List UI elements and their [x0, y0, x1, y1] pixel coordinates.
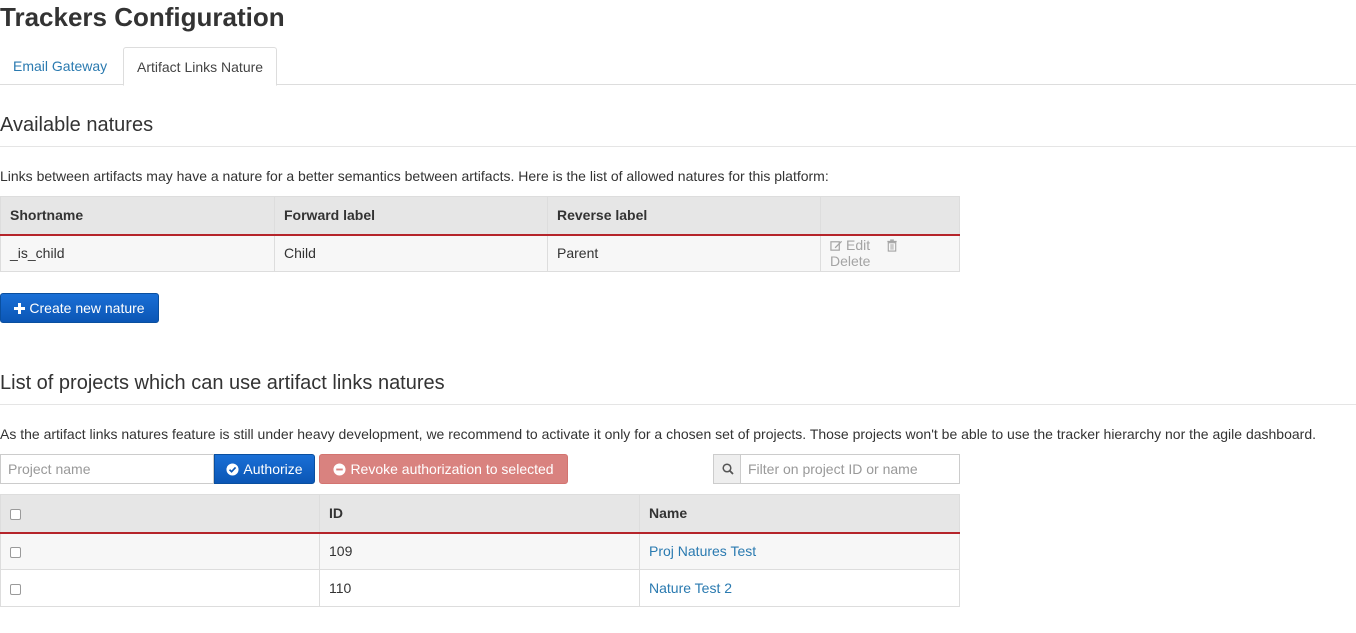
tab-artifact-links-nature[interactable]: Artifact Links Nature — [123, 47, 278, 86]
table-row: 109 Proj Natures Test — [0, 532, 960, 570]
project-link[interactable]: Proj Natures Test — [649, 543, 756, 559]
select-all-checkbox[interactable] — [10, 509, 21, 521]
col-shortname: Shortname — [0, 196, 275, 236]
col-name: Name — [639, 494, 960, 534]
filter-input[interactable] — [740, 454, 960, 484]
nature-reverse: Parent — [547, 234, 821, 272]
project-link[interactable]: Nature Test 2 — [649, 580, 732, 596]
edit-icon — [830, 241, 843, 251]
available-natures-title: Available natures — [0, 112, 1356, 147]
page-title: Trackers Configuration — [0, 2, 285, 32]
nature-shortname: _is_child — [0, 234, 275, 272]
table-row: 110 Nature Test 2 — [0, 569, 960, 607]
col-reverse-label: Reverse label — [547, 196, 821, 236]
row-checkbox[interactable] — [10, 583, 21, 595]
projects-table: ID Name 109 Proj Natures Test 110 Nature… — [0, 494, 960, 607]
revoke-label: Revoke authorization to selected — [350, 461, 554, 477]
row-select-cell — [0, 569, 320, 607]
nature-forward: Child — [274, 234, 548, 272]
natures-description: Links between artifacts may have a natur… — [0, 168, 829, 184]
row-select-cell — [0, 532, 320, 570]
row-checkbox[interactable] — [10, 547, 21, 559]
tab-bar: Email Gateway Artifact Links Nature — [0, 47, 1356, 86]
revoke-button[interactable]: Revoke authorization to selected — [319, 454, 568, 484]
project-id: 109 — [319, 532, 640, 570]
project-name-cell: Proj Natures Test — [639, 532, 960, 570]
search-icon — [721, 463, 734, 475]
create-nature-label: Create new nature — [29, 300, 145, 316]
tab-email-gateway[interactable]: Email Gateway — [0, 47, 120, 85]
col-id: ID — [319, 494, 640, 534]
project-id: 110 — [319, 569, 640, 607]
create-nature-button[interactable]: Create new nature — [0, 293, 159, 323]
delete-label: Delete — [830, 253, 871, 270]
authorize-button[interactable]: Authorize — [214, 454, 315, 484]
table-row: _is_child Child Parent Edit Delete — [0, 234, 960, 272]
edit-button[interactable]: Edit — [830, 237, 874, 253]
authorize-label: Authorize — [243, 461, 303, 477]
check-circle-icon — [226, 462, 239, 476]
col-select — [0, 494, 320, 534]
projects-description: As the artifact links natures feature is… — [0, 426, 1316, 442]
projects-title: List of projects which can use artifact … — [0, 370, 1356, 405]
edit-label: Edit — [846, 237, 871, 254]
plus-icon — [14, 302, 26, 314]
col-forward-label: Forward label — [274, 196, 548, 236]
trash-icon — [887, 239, 897, 252]
col-actions — [820, 196, 960, 236]
natures-table: Shortname Forward label Reverse label _i… — [0, 196, 960, 272]
nature-actions: Edit Delete — [820, 234, 960, 272]
project-name-cell: Nature Test 2 — [639, 569, 960, 607]
project-name-input[interactable] — [0, 454, 214, 484]
minus-circle-icon — [333, 462, 346, 476]
search-addon — [713, 454, 741, 484]
